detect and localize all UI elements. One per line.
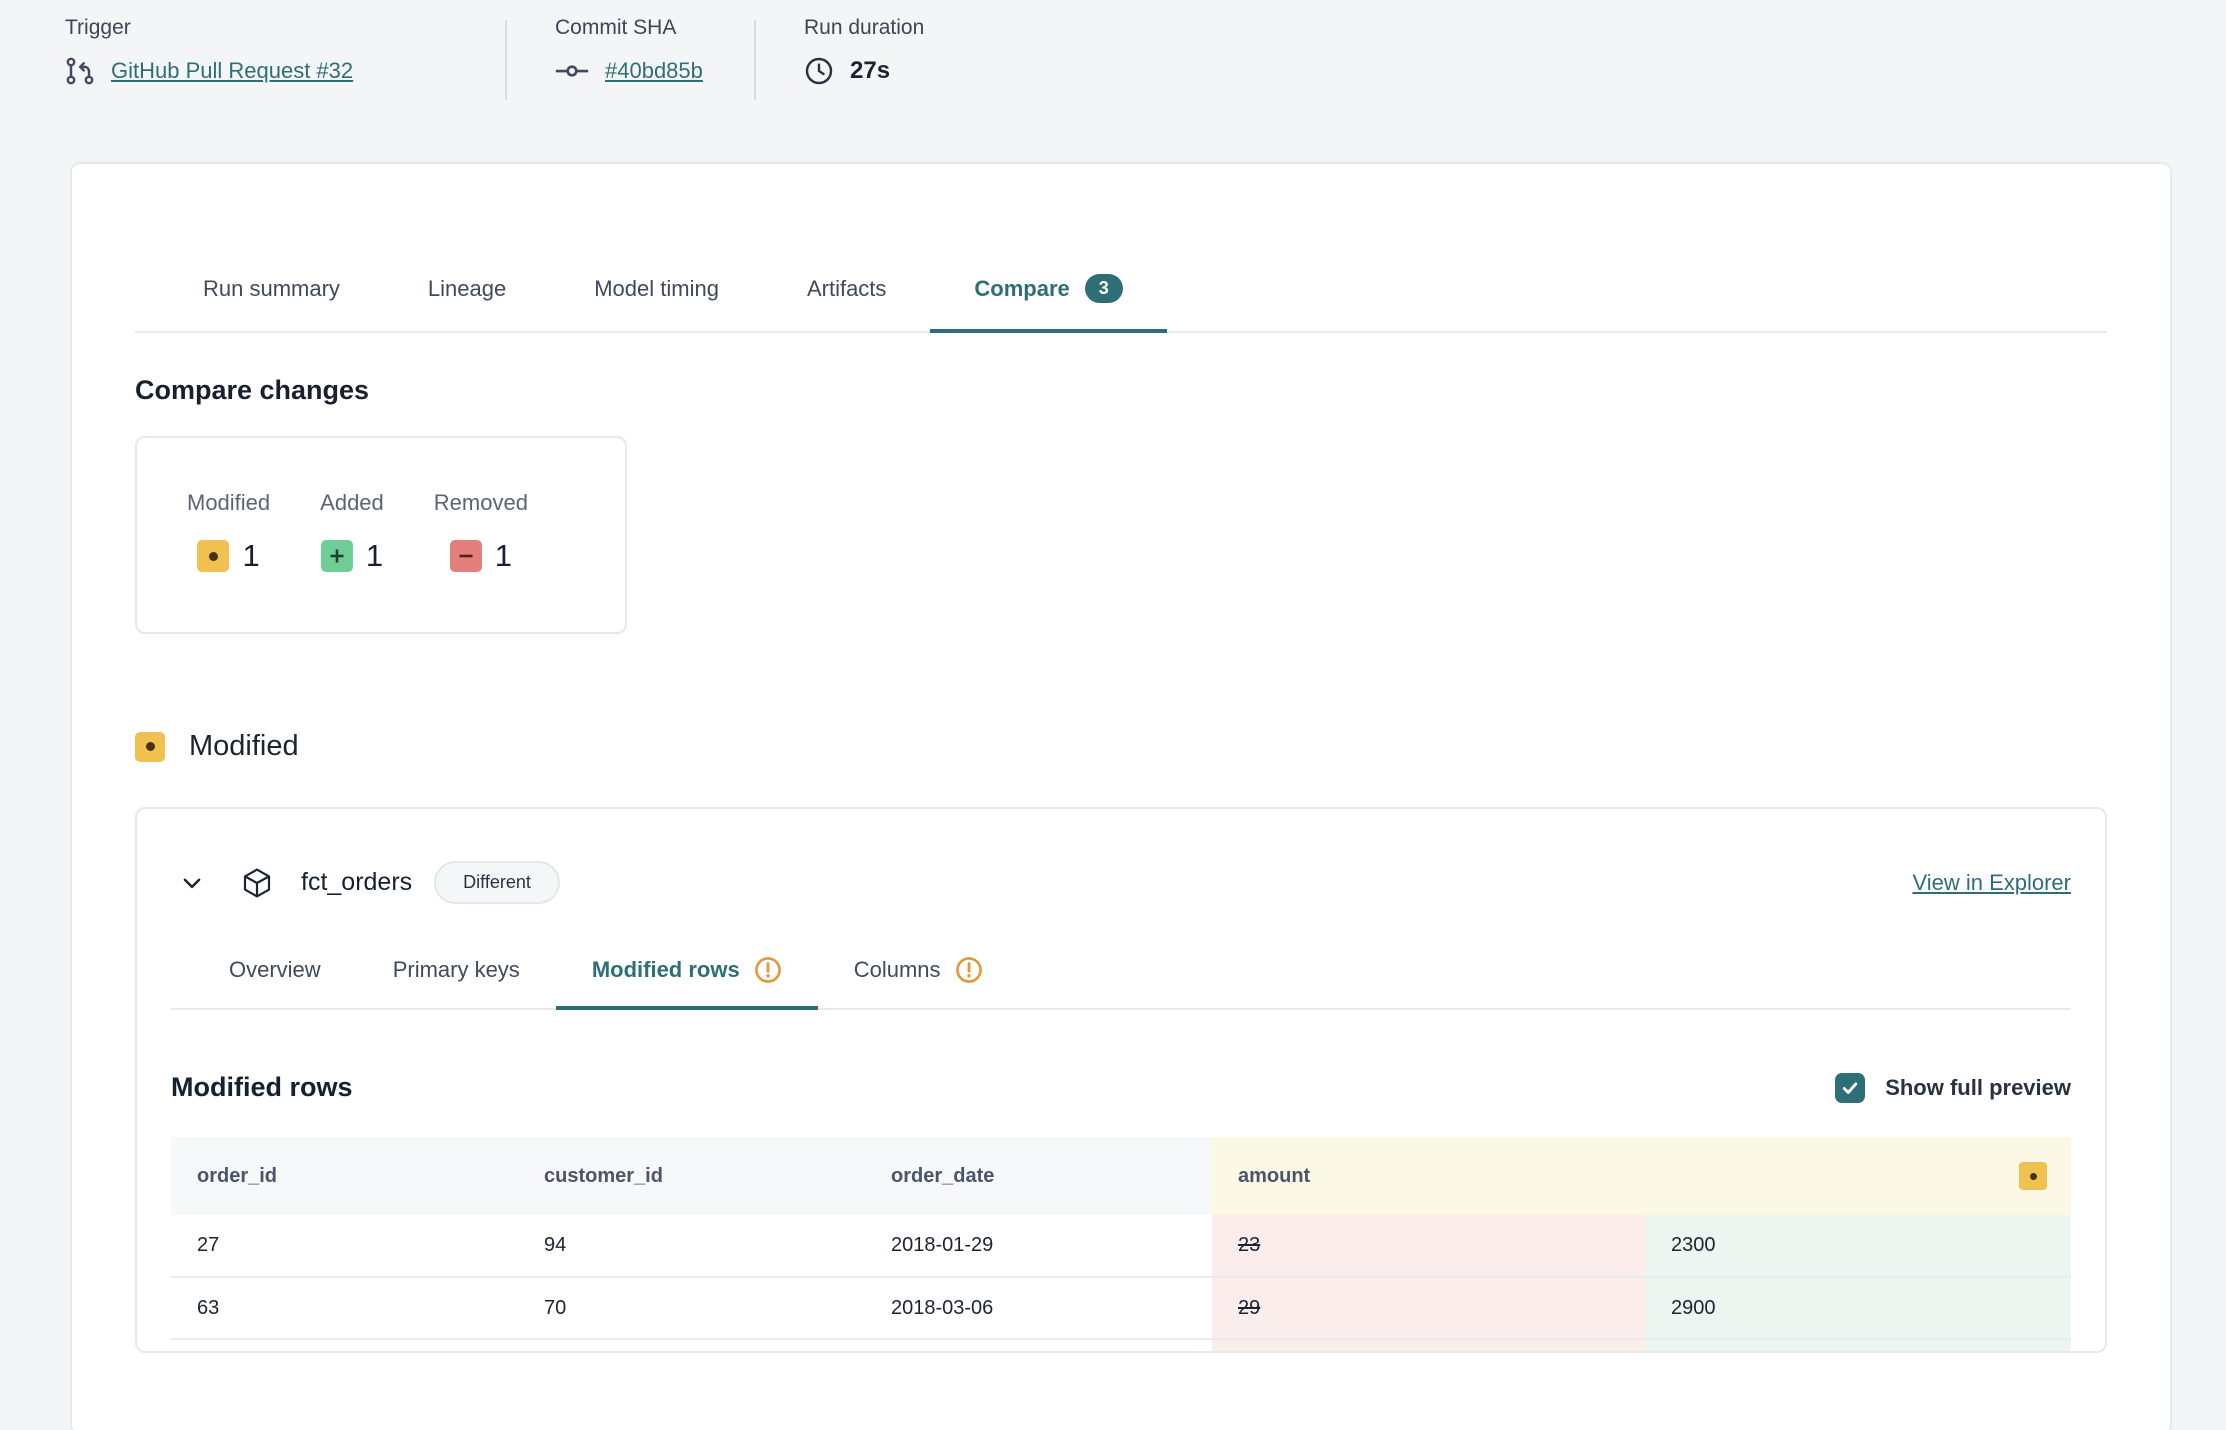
- stat-count: 1: [366, 538, 383, 574]
- compare-count-badge: 3: [1085, 274, 1123, 303]
- stat-label: Modified: [187, 490, 270, 516]
- stat-label: Added: [320, 490, 384, 516]
- main-tab-bar: Run summary Lineage Model timing Artifac…: [135, 274, 2107, 333]
- view-in-explorer-link[interactable]: View in Explorer: [1912, 870, 2071, 896]
- table-row-partial: [171, 1339, 2071, 1351]
- cell-order-id: 27: [171, 1215, 518, 1277]
- commit-link[interactable]: #40bd85b: [605, 58, 703, 84]
- stat-added: Added 1: [320, 490, 384, 574]
- commit-icon: [555, 56, 589, 86]
- model-name: fct_orders: [301, 868, 412, 897]
- commit-label: Commit SHA: [555, 16, 754, 40]
- compare-summary-card: Modified 1 Added 1 Removed 1: [135, 436, 627, 634]
- column-header-order-id: order_id: [171, 1137, 518, 1215]
- trigger-label: Trigger: [65, 16, 505, 40]
- added-icon: [321, 540, 353, 572]
- modified-icon: [197, 540, 229, 572]
- column-header-amount: amount: [1212, 1137, 2071, 1215]
- model-card-fct-orders: fct_orders Different View in Explorer Ov…: [135, 807, 2107, 1353]
- tab-model-timing[interactable]: Model timing: [550, 274, 763, 331]
- cell-customer-id: 70: [518, 1277, 865, 1339]
- tab-primary-keys[interactable]: Primary keys: [357, 956, 556, 1008]
- duration-group: Run duration 27s: [756, 16, 924, 100]
- cell-amount-old: 29: [1212, 1277, 1645, 1339]
- trigger-group: Trigger GitHub Pull Request #32: [65, 16, 505, 100]
- tab-overview[interactable]: Overview: [193, 956, 357, 1008]
- tab-run-summary[interactable]: Run summary: [159, 274, 384, 331]
- cell-amount-new: 2900: [1645, 1277, 2071, 1339]
- stat-count: 1: [242, 538, 259, 574]
- modified-group-header: Modified: [135, 730, 2107, 763]
- clock-icon: [804, 56, 834, 86]
- modified-rows-heading: Modified rows: [171, 1072, 353, 1103]
- cell-order-id: 63: [171, 1277, 518, 1339]
- tab-columns[interactable]: Columns: [818, 956, 1019, 1008]
- cell-customer-id: 94: [518, 1215, 865, 1277]
- show-full-preview-label: Show full preview: [1885, 1075, 2071, 1101]
- status-badge: Different: [434, 861, 560, 904]
- pull-request-icon: [65, 56, 95, 86]
- cell-order-date: 2018-03-06: [865, 1277, 1212, 1339]
- tab-compare[interactable]: Compare 3: [930, 274, 1166, 333]
- warning-icon: [955, 956, 983, 984]
- modified-icon: [135, 732, 165, 762]
- run-detail-card: Run summary Lineage Model timing Artifac…: [70, 162, 2172, 1430]
- table-row: 63702018-03-06292900: [171, 1277, 2071, 1339]
- model-tab-bar: Overview Primary keys Modified rows Colu…: [171, 956, 2071, 1010]
- modified-rows-tbody: 27942018-01-2923230063702018-03-06292900: [171, 1215, 2071, 1351]
- stat-label: Removed: [434, 490, 528, 516]
- column-header-order-date: order_date: [865, 1137, 1212, 1215]
- tab-lineage[interactable]: Lineage: [384, 274, 550, 331]
- chevron-down-icon[interactable]: [179, 870, 205, 896]
- tab-artifacts[interactable]: Artifacts: [763, 274, 930, 331]
- table-row: 27942018-01-29232300: [171, 1215, 2071, 1277]
- cell-order-date: 2018-01-29: [865, 1215, 1212, 1277]
- column-header-customer-id: customer_id: [518, 1137, 865, 1215]
- cell-amount-new: 2300: [1645, 1215, 2071, 1277]
- run-meta-bar: Trigger GitHub Pull Request #32 Commit S…: [0, 0, 2226, 100]
- checkbox-checked-icon[interactable]: [1835, 1073, 1865, 1103]
- duration-value: 27s: [850, 57, 890, 85]
- compare-changes-heading: Compare changes: [135, 375, 2107, 406]
- model-cube-icon: [241, 867, 273, 899]
- removed-icon: [450, 540, 482, 572]
- stat-count: 1: [495, 538, 512, 574]
- commit-group: Commit SHA #40bd85b: [507, 16, 754, 100]
- modified-marker-icon: [2019, 1162, 2047, 1190]
- tab-modified-rows[interactable]: Modified rows: [556, 956, 818, 1010]
- stat-removed: Removed 1: [434, 490, 528, 574]
- warning-icon: [754, 956, 782, 984]
- trigger-link[interactable]: GitHub Pull Request #32: [111, 58, 353, 84]
- show-full-preview-toggle[interactable]: Show full preview: [1835, 1073, 2071, 1103]
- table-header-row: order_id customer_id order_date amount: [171, 1137, 2071, 1215]
- modified-group-title: Modified: [189, 730, 299, 763]
- cell-amount-old: 23: [1212, 1215, 1645, 1277]
- duration-label: Run duration: [804, 16, 924, 40]
- modified-rows-table: order_id customer_id order_date amount 2…: [171, 1137, 2071, 1351]
- stat-modified: Modified 1: [187, 490, 270, 574]
